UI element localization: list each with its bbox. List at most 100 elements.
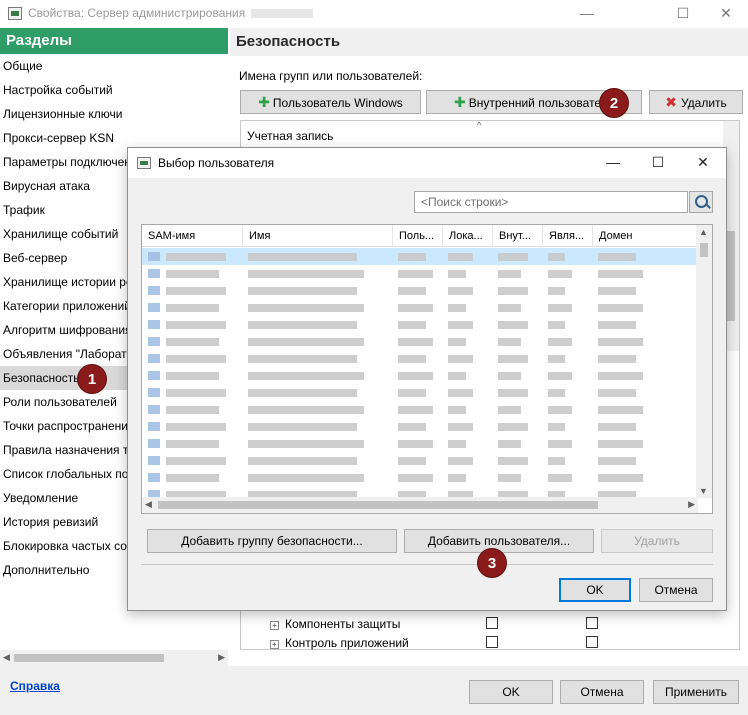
sidebar-item[interactable]: Общие (0, 54, 228, 78)
scroll-left-arrow-icon[interactable]: ◀ (145, 499, 152, 510)
add-security-group-button[interactable]: Добавить группу безопасности... (147, 529, 397, 553)
dialog-ok-button[interactable]: OK (559, 578, 631, 602)
column-local[interactable]: Лока... (443, 225, 493, 247)
user-icon (148, 269, 160, 278)
table-row[interactable] (142, 299, 698, 316)
redacted-cell (398, 389, 426, 397)
redacted-cell (598, 338, 643, 346)
expand-icon[interactable]: + (270, 640, 279, 649)
allow-checkbox[interactable] (486, 636, 498, 648)
redacted-cell (166, 253, 226, 261)
apply-button[interactable]: Применить (653, 680, 739, 704)
table-row[interactable] (142, 248, 698, 265)
scroll-right-arrow-icon[interactable]: ▶ (218, 652, 225, 663)
allow-checkbox[interactable] (486, 617, 498, 629)
users-table-rows (142, 248, 698, 498)
column-name[interactable]: Имя (243, 225, 393, 247)
table-row[interactable] (142, 350, 698, 367)
close-button[interactable]: ✕ (703, 0, 748, 28)
minimize-button[interactable]: — (564, 0, 610, 28)
maximize-button[interactable]: ☐ (660, 0, 706, 28)
table-row[interactable] (142, 452, 698, 469)
users-table-vertical-scrollbar[interactable]: ▲ ▼ (696, 225, 712, 498)
redacted-cell (498, 474, 521, 482)
ok-button[interactable]: OK (469, 680, 553, 704)
scrollbar-thumb[interactable] (158, 501, 598, 509)
scrollbar-thumb[interactable] (14, 654, 164, 662)
redacted-cell (598, 440, 643, 448)
cancel-button[interactable]: Отмена (560, 680, 644, 704)
help-link[interactable]: Справка (10, 679, 60, 693)
column-sam-name[interactable]: SAM-имя (142, 225, 243, 247)
table-row[interactable] (142, 401, 698, 418)
add-windows-user-button[interactable]: ✚ Пользователь Windows (240, 90, 421, 114)
permission-row-protection[interactable]: + Компоненты защиты (270, 617, 400, 631)
redacted-cell (248, 457, 357, 465)
table-row[interactable] (142, 367, 698, 384)
plus-icon: ✚ (258, 94, 270, 110)
redacted-cell (598, 355, 636, 363)
dialog-cancel-button[interactable]: Отмена (639, 578, 713, 602)
redacted-cell (166, 406, 219, 414)
dialog-close-button[interactable]: ✕ (680, 148, 726, 178)
redacted-cell (166, 423, 226, 431)
table-row[interactable] (142, 384, 698, 401)
sidebar-item[interactable]: Настройка событий (0, 78, 228, 102)
table-row[interactable] (142, 418, 698, 435)
table-row[interactable] (142, 265, 698, 282)
redacted-cell (548, 355, 565, 363)
sidebar-item[interactable]: Лицензионные ключи (0, 102, 228, 126)
delete-button[interactable]: ✖ Удалить (649, 90, 743, 114)
redacted-cell (548, 372, 572, 380)
deny-checkbox[interactable] (586, 617, 598, 629)
table-row[interactable] (142, 282, 698, 299)
users-table-horizontal-scrollbar[interactable]: ◀ ▶ (142, 497, 698, 513)
redacted-cell (166, 338, 219, 346)
dialog-maximize-button[interactable]: ☐ (635, 148, 681, 178)
column-user[interactable]: Поль... (393, 225, 443, 247)
column-is[interactable]: Явля... (543, 225, 593, 247)
scroll-up-arrow-icon[interactable]: ▲ (699, 227, 708, 237)
redacted-cell (166, 457, 226, 465)
redacted-cell (398, 372, 433, 380)
redacted-cell (248, 355, 357, 363)
step-badge-2: 2 (599, 88, 629, 118)
redacted-cell (498, 406, 521, 414)
deny-checkbox[interactable] (586, 636, 598, 648)
scroll-left-arrow-icon[interactable]: ◀ (3, 652, 10, 663)
sections-horizontal-scrollbar[interactable]: ◀ ▶ (0, 650, 228, 666)
scrollbar-thumb[interactable] (727, 231, 735, 321)
dialog-delete-button[interactable]: Удалить (601, 529, 713, 553)
redacted-cell (498, 253, 528, 261)
column-internal[interactable]: Внут... (493, 225, 543, 247)
scroll-down-arrow-icon[interactable]: ▼ (699, 486, 708, 496)
redacted-cell (548, 389, 565, 397)
user-icon (148, 422, 160, 431)
search-icon[interactable] (689, 191, 713, 213)
table-row[interactable] (142, 435, 698, 452)
scrollbar-thumb[interactable] (700, 243, 708, 257)
scroll-right-arrow-icon[interactable]: ▶ (688, 499, 695, 510)
section-title: Безопасность (230, 28, 748, 56)
redacted-cell (448, 372, 466, 380)
redacted-cell (398, 474, 433, 482)
table-row[interactable] (142, 333, 698, 350)
redacted-cell (398, 440, 433, 448)
column-domain[interactable]: Домен (593, 225, 698, 247)
user-icon (148, 354, 160, 363)
close-icon: ✖ (665, 94, 677, 110)
permission-row-app-control[interactable]: + Контроль приложений (270, 636, 409, 650)
table-row[interactable] (142, 316, 698, 333)
redacted-cell (548, 474, 572, 482)
search-input[interactable]: <Поиск строки> (414, 191, 688, 213)
expand-icon[interactable]: + (270, 621, 279, 630)
redacted-cell (248, 270, 364, 278)
redacted-cell (498, 304, 521, 312)
redacted-cell (498, 440, 521, 448)
redacted-cell (548, 304, 572, 312)
dialog-minimize-button[interactable]: — (590, 148, 636, 178)
account-column-header[interactable]: Учетная запись (247, 129, 333, 143)
redacted-cell (598, 304, 643, 312)
users-table[interactable]: SAM-имя Имя Поль... Лока... Внут... Явля… (141, 224, 713, 514)
table-row[interactable] (142, 469, 698, 486)
